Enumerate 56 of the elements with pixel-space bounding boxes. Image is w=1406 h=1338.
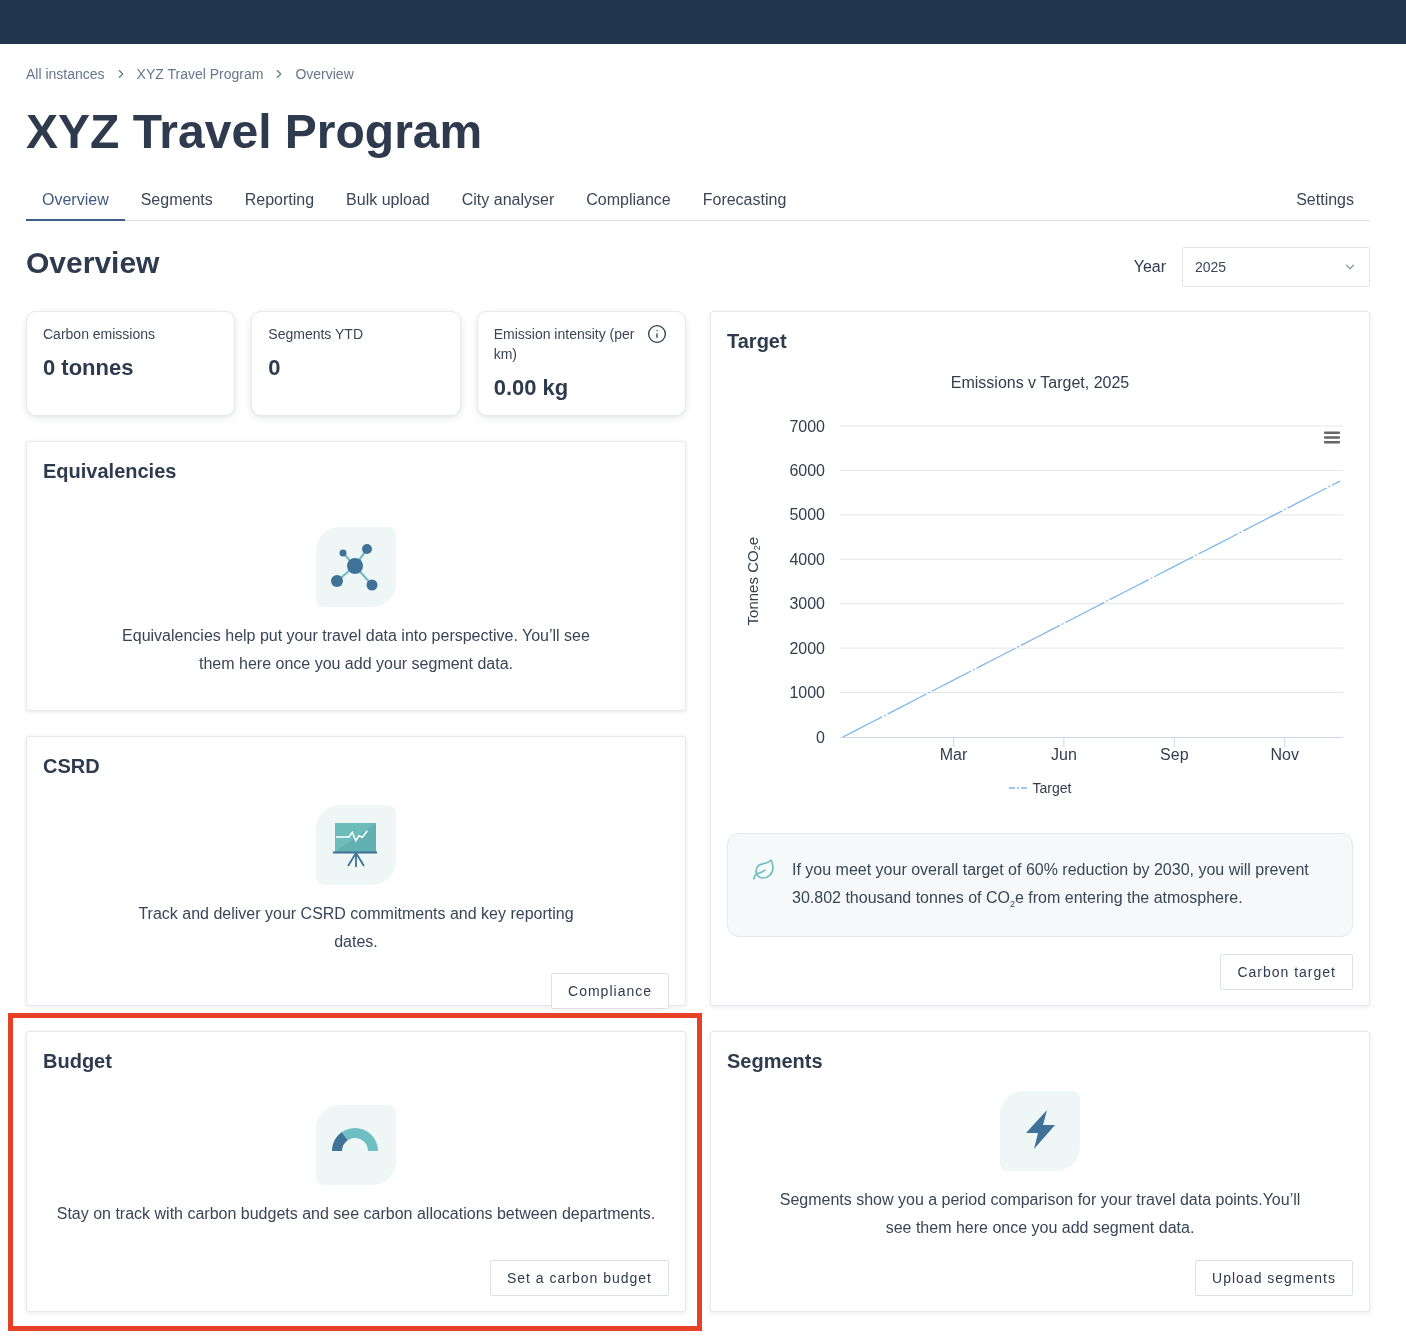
y-tick-label: 2000 <box>789 639 825 657</box>
breadcrumb-link[interactable]: All instances <box>26 64 105 84</box>
stat-value: 0 tonnes <box>43 354 135 382</box>
y-tick-label: 3000 <box>789 595 825 613</box>
card-description: Stay on track with carbon budgets and see carbon allocations between departments. <box>56 1204 656 1224</box>
year-label: Year <box>1133 258 1166 276</box>
stat-label: Carbon emissions <box>43 325 157 344</box>
card-description: Track and deliver your CSRD commitments and key reporting dates. <box>137 904 575 952</box>
card-description: Segments show you a period comparison for your travel data points.You’ll see them here once you add segment data. <box>778 1190 1302 1238</box>
y-tick-label: 4000 <box>789 550 825 568</box>
callout-text: If you meet your overall target of 60% reduction by 2030, you will prevent 30.802 thousand tonnes of CO$_{2}$e from entering the atmosphere. <box>792 860 1310 911</box>
x-tick-label: Sep <box>1160 745 1189 763</box>
network-icon <box>316 526 396 607</box>
nav-tab[interactable]: City analyser <box>445 180 571 221</box>
leaf-icon <box>752 858 776 882</box>
stat-label: Segments YTD <box>268 325 364 344</box>
card-title: Segments <box>727 1049 824 1073</box>
chart-title: Emissions v Target, 2025 <box>949 373 1131 393</box>
card-action-button[interactable]: Compliance <box>551 973 669 1009</box>
card-action-button[interactable]: Upload segments <box>1195 1260 1353 1296</box>
y-tick-label: 6000 <box>789 461 825 479</box>
y-tick-label: 1000 <box>789 684 825 702</box>
stat-value: 0 <box>268 354 282 382</box>
section-heading: Overview <box>26 245 160 281</box>
stat-value: 0.00 kg <box>493 374 570 402</box>
breadcrumb-link[interactable]: XYZ Travel Program <box>136 64 264 84</box>
nav-tab[interactable]: Forecasting <box>686 180 803 221</box>
x-tick-label: Nov <box>1270 745 1299 763</box>
card-title: Budget <box>43 1049 113 1073</box>
gauge-icon <box>316 1105 396 1185</box>
nav-tab[interactable]: Reporting <box>228 180 331 221</box>
card-title: Target <box>727 329 788 353</box>
card-title: CSRD <box>43 754 101 778</box>
x-tick-label: Mar <box>939 745 968 763</box>
card-description: Equivalencies help put your travel data into perspective. You’ll see them here once you add your segment data. <box>121 625 591 674</box>
nav-tab[interactable]: Bulk upload <box>330 180 446 221</box>
card-action-button[interactable]: Carbon target <box>1220 954 1353 990</box>
stat-label: Emission intensity (per km) <box>493 325 636 364</box>
nav-tab[interactable]: Overview <box>26 180 125 221</box>
settings-tab[interactable]: Settings <box>1280 180 1370 221</box>
page-title: XYZ Travel Program <box>26 104 484 160</box>
nav-tab[interactable]: Compliance <box>570 180 687 221</box>
chart-menu-icon[interactable] <box>1324 431 1340 444</box>
card-title: Equivalencies <box>43 459 178 483</box>
legend-label[interactable]: Target <box>1032 780 1072 796</box>
nav-tab[interactable]: Segments <box>124 180 229 221</box>
y-tick-label: 5000 <box>789 506 825 524</box>
year-select[interactable]: 2025 <box>1182 247 1370 287</box>
lightning-bolt-icon <box>1000 1091 1080 1171</box>
breadcrumb-current: Overview <box>295 65 354 84</box>
card-action-button[interactable]: Set a carbon budget <box>489 1260 669 1296</box>
y-tick-label: 0 <box>816 728 825 746</box>
presentation-board-icon <box>316 805 396 885</box>
x-tick-label: Jun <box>1051 745 1077 763</box>
info-icon[interactable] <box>647 324 667 344</box>
y-tick-label: 7000 <box>789 417 825 435</box>
